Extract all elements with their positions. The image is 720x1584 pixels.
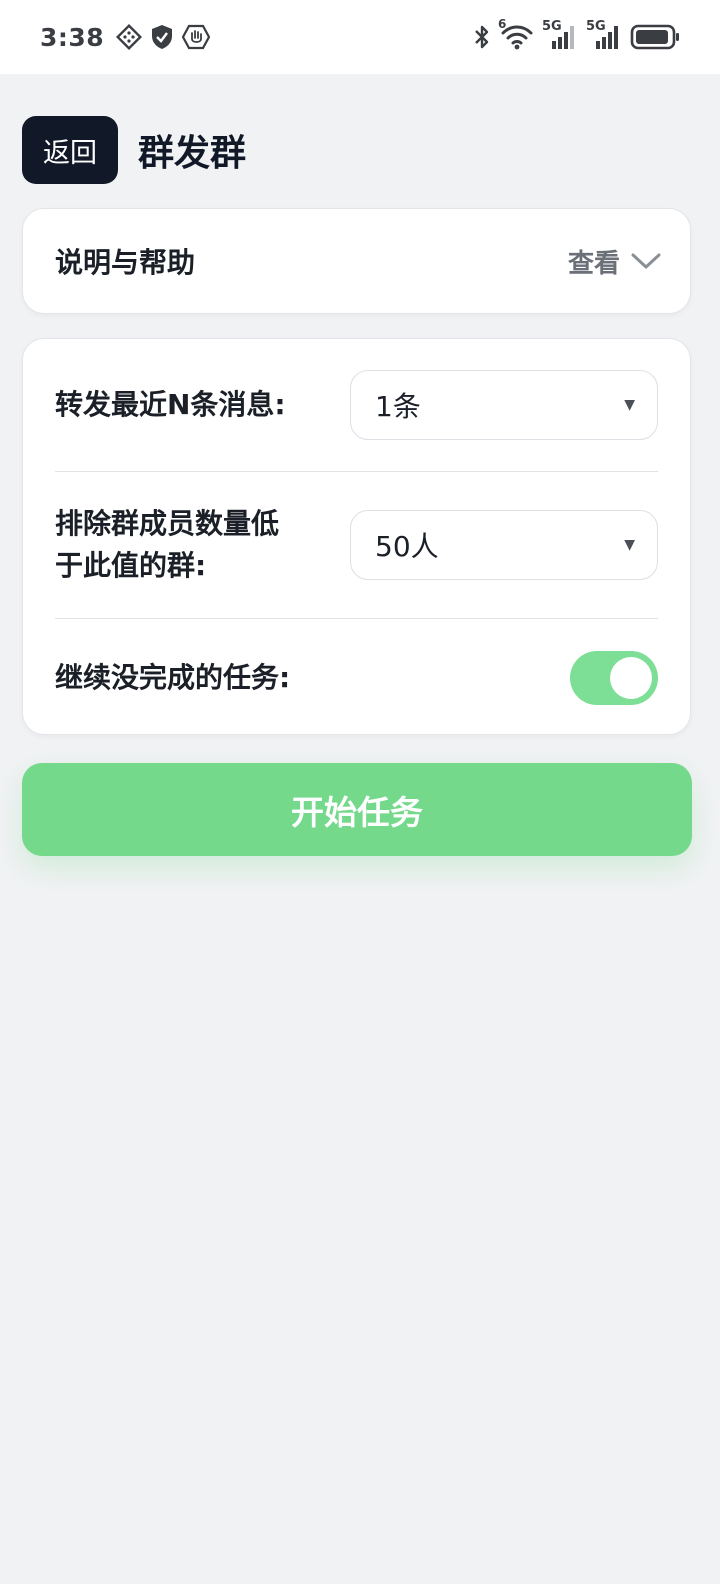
status-bar-left: 3:38 <box>40 22 211 52</box>
forward-count-value: 1条 <box>375 390 421 423</box>
help-title: 说明与帮助 <box>55 246 196 279</box>
forward-count-select[interactable]: 1条 ▼ <box>350 370 658 440</box>
signal-5g-icon: 5G <box>586 19 622 51</box>
dropdown-arrow-icon: ▼ <box>624 397 635 413</box>
chevron-down-icon <box>630 250 662 272</box>
exclude-members-label-line2: 于此值的群: <box>55 549 207 582</box>
forward-count-label: 转发最近N条消息: <box>55 388 286 421</box>
wifi-icon: 6 <box>498 17 534 51</box>
diamond-grid-icon <box>116 24 143 50</box>
help-view-label: 查看 <box>567 248 620 279</box>
resume-task-label: 继续没完成的任务: <box>55 660 291 694</box>
hand-stop-icon <box>182 24 211 50</box>
back-button[interactable]: 返回 <box>22 116 118 184</box>
help-view-toggle[interactable]: 查看 <box>568 243 662 280</box>
sim1-label: 5G <box>542 19 562 34</box>
exclude-members-label: 排除群成员数量低 于此值的群: <box>55 503 279 587</box>
toggle-knob <box>610 656 652 699</box>
exclude-members-value: 50人 <box>375 530 439 563</box>
exclude-members-select[interactable]: 50人 ▼ <box>350 510 658 580</box>
status-bar-right: 6 5G 5G <box>472 17 680 51</box>
page-title: 群发群 <box>138 133 247 174</box>
dropdown-arrow-icon: ▼ <box>624 537 635 553</box>
status-bar: 3:38 6 5G 5G <box>0 0 720 74</box>
page-header: 返回 群发群 <box>22 116 246 184</box>
help-section[interactable]: 说明与帮助 查看 <box>22 208 691 314</box>
settings-card: 转发最近N条消息: 1条 ▼ 排除群成员数量低 于此值的群: 50人 ▼ 继续没… <box>22 338 691 735</box>
wifi-badge: 6 <box>498 17 507 31</box>
sim2-label: 5G <box>586 19 606 34</box>
start-task-button[interactable]: 开始任务 <box>22 763 692 856</box>
signal-5g-icon: 5G <box>542 19 578 51</box>
exclude-members-row: 排除群成员数量低 于此值的群: 50人 ▼ <box>55 472 658 618</box>
status-time: 3:38 <box>40 22 105 52</box>
shield-check-icon <box>150 24 174 50</box>
bluetooth-icon <box>472 23 492 51</box>
exclude-members-label-line1: 排除群成员数量低 <box>55 507 280 540</box>
forward-count-row: 转发最近N条消息: 1条 ▼ <box>55 339 658 471</box>
battery-icon <box>630 24 680 50</box>
resume-task-row: 继续没完成的任务: <box>55 619 658 736</box>
resume-task-toggle[interactable] <box>570 650 658 705</box>
